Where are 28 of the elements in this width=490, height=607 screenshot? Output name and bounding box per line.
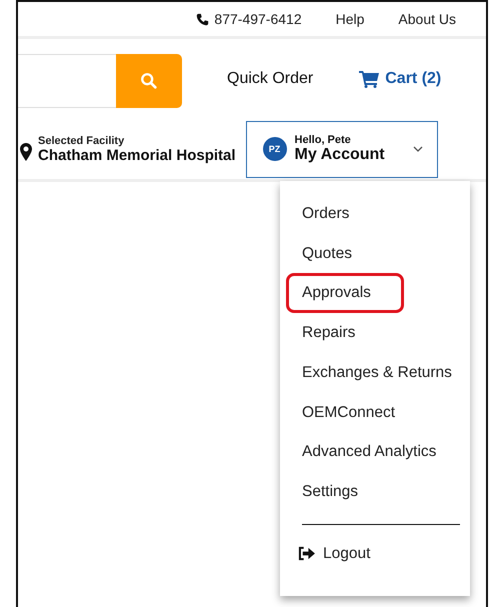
menu-item[interactable]: Settings [280, 472, 470, 512]
location-pin-icon [20, 143, 32, 161]
menu-item[interactable]: Orders [280, 194, 470, 234]
account-label: My Account [294, 146, 385, 164]
phone-icon [196, 12, 210, 26]
phone-link[interactable]: 877-497-6412 [196, 11, 302, 27]
menu-item[interactable]: Repairs [280, 313, 470, 354]
menu-item[interactable]: Approvals [286, 273, 404, 314]
top-link[interactable]: Help [336, 11, 364, 27]
menu-item[interactable]: OEMConnect [280, 392, 470, 432]
logout-icon [298, 546, 315, 562]
account-dropdown[interactable]: PZ Hello, Pete My Account [246, 120, 438, 178]
greeting-text: Hello, Pete [294, 134, 351, 146]
menu-item[interactable]: Quotes [280, 234, 470, 274]
top-link[interactable]: About Us [398, 11, 456, 27]
quick-order-link[interactable]: Quick Order [227, 70, 314, 88]
menu-item[interactable]: Exchanges & Returns [280, 353, 470, 393]
facility-name: Chatham Memorial Hospital [38, 146, 236, 164]
logout-link[interactable]: Logout [280, 544, 470, 563]
cart-link[interactable]: Cart (2) [359, 70, 442, 88]
search-field[interactable] [18, 54, 116, 108]
avatar-initials: PZ [262, 137, 287, 161]
chevron-down-icon [412, 146, 423, 152]
facility-label: Selected Facility [38, 134, 126, 146]
menu-item[interactable]: Advanced Analytics [280, 432, 470, 472]
search-button[interactable] [116, 54, 182, 108]
cart-icon [359, 70, 380, 88]
search-icon [140, 72, 158, 90]
